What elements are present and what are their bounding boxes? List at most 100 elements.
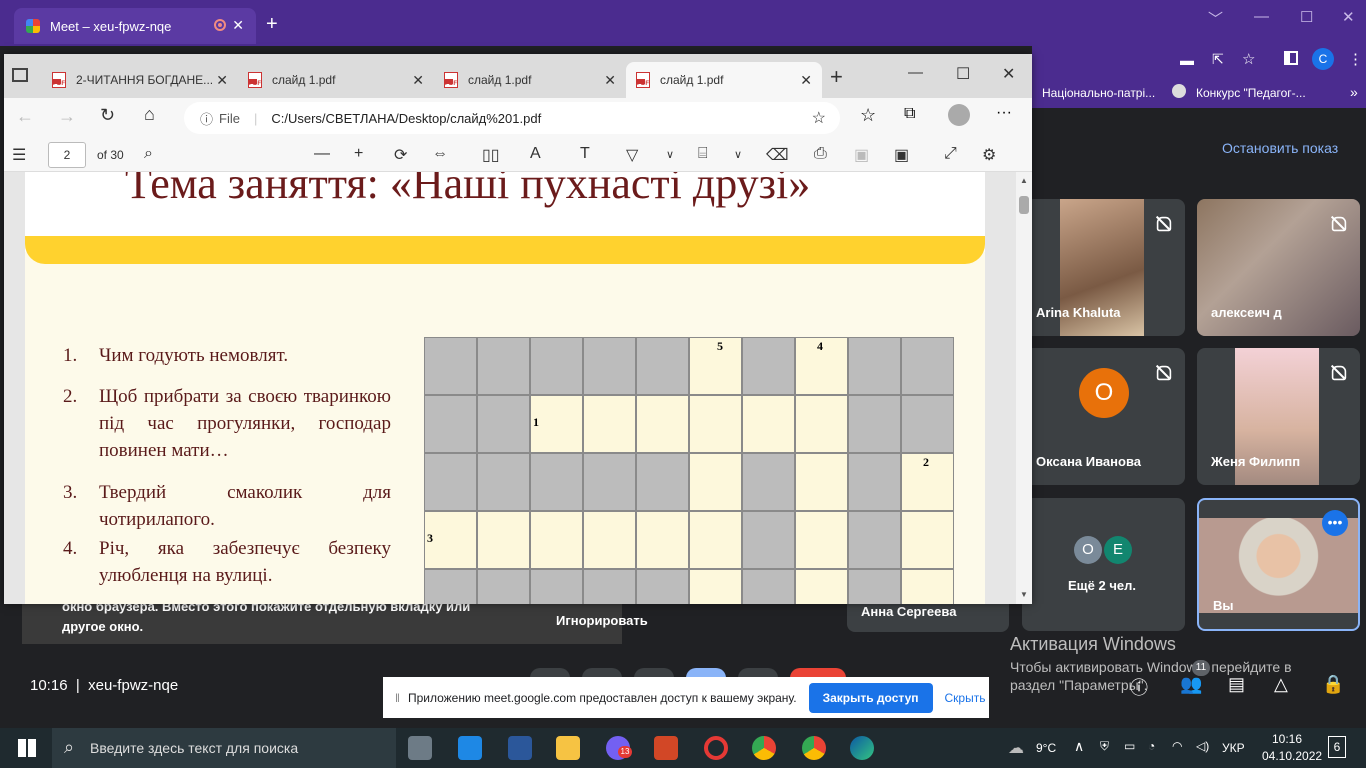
address-bar[interactable]: ⓘ File | C:/Users/СВЕТЛАНА/Desktop/слайд… bbox=[184, 102, 840, 134]
fit-page-icon[interactable]: ⇔ bbox=[432, 145, 448, 163]
pdf-viewport[interactable]: Тема заняття: «Наші пухнасті друзі» 1. Ч… bbox=[4, 172, 1032, 604]
participant-tile[interactable]: Женя Филипп bbox=[1197, 348, 1360, 485]
scroll-thumb[interactable] bbox=[1019, 196, 1029, 214]
favorites-icon[interactable]: ☆ bbox=[860, 105, 876, 126]
close-icon[interactable]: ✕ bbox=[216, 72, 228, 89]
forward-icon[interactable]: → bbox=[58, 106, 76, 127]
fullscreen-icon[interactable]: ⤢ bbox=[944, 145, 957, 163]
security-icon[interactable]: ⛨ bbox=[1100, 739, 1109, 754]
info-icon[interactable]: ⓘ bbox=[200, 109, 213, 128]
more-icon[interactable]: ··· bbox=[996, 104, 1012, 122]
language-indicator[interactable]: УКР bbox=[1222, 741, 1245, 755]
chrome-profile-icon[interactable] bbox=[802, 736, 826, 760]
taskbar-search[interactable]: ⌕ Введите здесь текст для поиска bbox=[52, 728, 396, 768]
sidepanel-icon[interactable] bbox=[1284, 51, 1298, 65]
volume-icon[interactable]: ◁) bbox=[1196, 739, 1209, 753]
search-icon[interactable]: ⌕ bbox=[144, 145, 153, 163]
host-controls-icon[interactable]: 🔒 bbox=[1322, 674, 1344, 695]
text-icon[interactable]: T bbox=[580, 145, 590, 163]
maximize-button[interactable]: ☐ bbox=[956, 64, 970, 84]
new-tab-button[interactable]: + bbox=[266, 13, 278, 36]
clock-date[interactable]: 04.10.2022 bbox=[1262, 749, 1322, 763]
network-icon[interactable]: ◔ bbox=[1148, 739, 1155, 753]
activities-icon[interactable]: △ bbox=[1274, 674, 1288, 695]
wifi-icon[interactable]: ◠ bbox=[1172, 739, 1182, 753]
page-number-input[interactable]: 2 bbox=[48, 142, 86, 168]
collections-icon[interactable]: ⧉ bbox=[904, 105, 915, 123]
hide-banner-button[interactable]: Скрыть bbox=[945, 691, 986, 705]
page-view-icon[interactable]: ▯▯ bbox=[482, 145, 500, 165]
clock-time[interactable]: 10:16 bbox=[1272, 732, 1302, 746]
edge-tab[interactable]: PDF слайд 1.pdf ✕ bbox=[238, 62, 434, 98]
tab-actions-icon[interactable] bbox=[12, 68, 28, 82]
close-icon[interactable]: ✕ bbox=[412, 72, 424, 89]
save-icon[interactable]: ▣ bbox=[854, 145, 869, 165]
windows-start-icon[interactable] bbox=[18, 739, 36, 757]
chevron-right-icon[interactable]: » bbox=[1350, 84, 1358, 100]
zoom-in-icon[interactable]: + bbox=[354, 145, 363, 163]
scroll-down-icon[interactable]: ▼ bbox=[1020, 590, 1028, 599]
refresh-icon[interactable]: ↻ bbox=[100, 105, 115, 126]
scroll-up-icon[interactable]: ▲ bbox=[1020, 176, 1028, 185]
notification-count[interactable]: 6 bbox=[1328, 736, 1346, 758]
explorer-icon[interactable] bbox=[556, 736, 580, 760]
task-view-icon[interactable] bbox=[408, 736, 432, 760]
ignore-button[interactable]: Игнорировать bbox=[556, 613, 648, 628]
weather-temp[interactable]: 9°C bbox=[1036, 741, 1056, 755]
settings-icon[interactable]: ⚙ bbox=[982, 145, 996, 165]
drag-handle-icon[interactable]: ‖ bbox=[395, 691, 400, 705]
more-options-icon[interactable]: ••• bbox=[1322, 510, 1348, 536]
opera-icon[interactable] bbox=[704, 736, 728, 760]
chrome-icon[interactable] bbox=[752, 736, 776, 760]
zoom-out-icon[interactable]: — bbox=[314, 145, 330, 163]
powerpoint-icon[interactable] bbox=[654, 736, 678, 760]
edge-icon[interactable] bbox=[850, 736, 874, 760]
chevron-down-icon[interactable]: ∨ bbox=[734, 148, 742, 161]
star-icon[interactable]: ☆ bbox=[1242, 50, 1255, 68]
draw-icon[interactable]: ▽ bbox=[626, 145, 638, 165]
bookmark-item[interactable]: Конкурс "Педагог-... bbox=[1196, 86, 1306, 100]
chevron-down-icon[interactable]: ﹀ bbox=[1208, 8, 1223, 29]
scrollbar[interactable]: ▲ ▼ bbox=[1016, 172, 1032, 604]
erase-icon[interactable]: ⌫ bbox=[766, 145, 789, 165]
participant-tile[interactable]: Arina Khaluta bbox=[1022, 199, 1185, 336]
chevron-down-icon[interactable]: ∨ bbox=[666, 148, 674, 161]
highlight-icon[interactable]: ⌸ bbox=[698, 145, 708, 163]
chrome-tab-meet[interactable]: Meet – xeu-fpwz-nqe ✕ bbox=[14, 8, 256, 44]
close-window-button[interactable]: ✕ bbox=[1002, 64, 1015, 84]
store-icon[interactable] bbox=[458, 736, 482, 760]
chevron-up-icon[interactable]: ∧ bbox=[1074, 738, 1084, 755]
back-icon[interactable]: ← bbox=[16, 106, 34, 127]
edge-tab-active[interactable]: PDF слайд 1.pdf ✕ bbox=[626, 62, 822, 98]
minimize-button[interactable]: — bbox=[1254, 8, 1269, 25]
camera-icon[interactable]: ▬ bbox=[1180, 52, 1194, 68]
participant-tile[interactable]: О Оксана Иванова bbox=[1022, 348, 1185, 485]
participant-tile[interactable]: O E Ещё 2 чел. bbox=[1022, 498, 1185, 631]
new-tab-button[interactable]: + bbox=[830, 64, 843, 90]
close-icon[interactable]: ✕ bbox=[232, 17, 244, 34]
stop-sharing-button[interactable]: Закрыть доступ bbox=[808, 682, 933, 713]
share-icon[interactable]: ⇱ bbox=[1212, 51, 1224, 68]
close-icon[interactable]: ✕ bbox=[800, 72, 812, 89]
participant-tile-self[interactable]: ••• Вы bbox=[1197, 498, 1360, 631]
close-icon[interactable]: ✕ bbox=[604, 72, 616, 89]
bookmark-item[interactable]: Національно-патрі... bbox=[1042, 86, 1155, 100]
home-icon[interactable]: ⌂ bbox=[144, 104, 155, 125]
rotate-icon[interactable]: ⟳ bbox=[394, 145, 407, 165]
stop-presenting-button[interactable]: Остановить показ bbox=[1222, 140, 1338, 156]
people-icon[interactable]: 👥 bbox=[1180, 674, 1202, 695]
maximize-button[interactable]: ☐ bbox=[1300, 8, 1313, 26]
avatar[interactable]: C bbox=[1312, 48, 1334, 70]
save-as-icon[interactable]: ▣ bbox=[894, 145, 909, 165]
close-window-button[interactable]: ✕ bbox=[1342, 8, 1355, 26]
menu-icon[interactable]: ⋮ bbox=[1348, 50, 1363, 68]
chat-icon[interactable]: ▤ bbox=[1228, 674, 1245, 695]
edge-tab[interactable]: PDF 2-ЧИТАННЯ БОГДАНЕ... ✕ bbox=[42, 62, 238, 98]
print-icon[interactable]: ⎙ bbox=[814, 145, 827, 163]
read-aloud-icon[interactable]: A bbox=[530, 145, 541, 163]
participant-tile[interactable]: алексеич д bbox=[1197, 199, 1360, 336]
minimize-button[interactable]: — bbox=[908, 64, 923, 81]
add-favorite-icon[interactable]: ☆ bbox=[812, 108, 826, 128]
info-icon[interactable]: ⓘ bbox=[1130, 674, 1148, 700]
contents-icon[interactable]: ☰ bbox=[12, 145, 26, 165]
